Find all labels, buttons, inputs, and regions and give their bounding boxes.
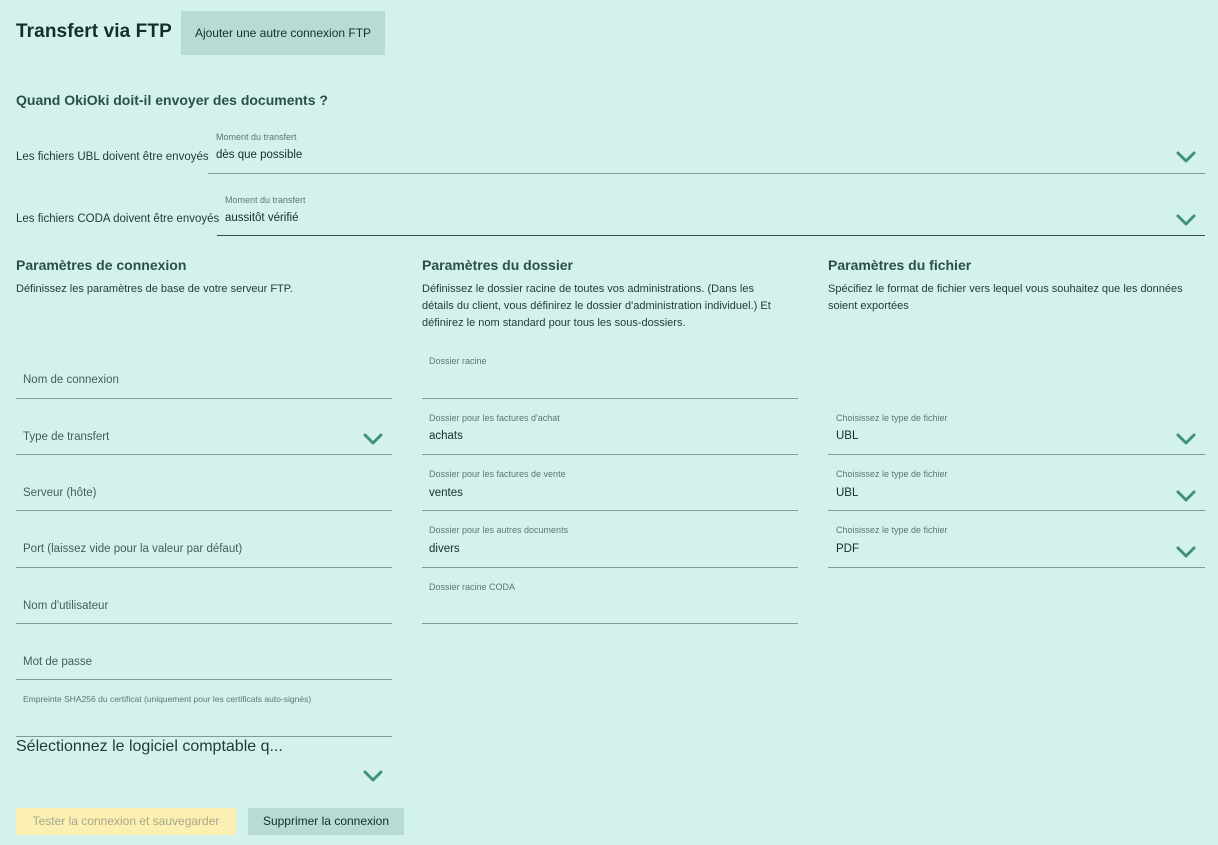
purchase-invoices-folder-value: achats xyxy=(429,430,463,442)
server-host-input[interactable]: Serveur (hôte) xyxy=(16,456,392,511)
ubl-transfer-moment-value: dès que possible xyxy=(216,149,303,161)
chevron-down-icon[interactable] xyxy=(1175,150,1197,164)
file-description-line: Spécifiez le format de fichier vers lequ… xyxy=(828,283,1183,295)
coda-transfer-moment-label: Moment du transfert xyxy=(225,195,306,205)
folder-section-description: Définissez le dossier racine de toutes v… xyxy=(422,281,802,332)
certificate-fingerprint-input[interactable]: Empreinte SHA256 du certificat (uniqueme… xyxy=(16,681,392,737)
username-placeholder: Nom d'utilisateur xyxy=(23,600,109,612)
folder-description-line: Définissez le dossier racine de toutes v… xyxy=(422,283,754,295)
connection-name-placeholder: Nom de connexion xyxy=(23,374,119,386)
password-placeholder: Mot de passe xyxy=(23,656,93,668)
page-title: Transfert via FTP xyxy=(16,21,172,42)
sales-invoices-folder-input[interactable]: Dossier pour les factures de vente vente… xyxy=(422,456,798,511)
other-documents-folder-value: divers xyxy=(429,543,460,555)
add-ftp-connection-button[interactable]: Ajouter une autre connexion FTP xyxy=(181,11,385,55)
purchase-invoices-folder-label: Dossier pour les factures d'achat xyxy=(429,413,560,423)
certificate-fingerprint-label: Empreinte SHA256 du certificat (uniqueme… xyxy=(23,694,312,704)
chevron-down-icon[interactable] xyxy=(1175,489,1197,503)
connection-section-title: Paramètres de connexion xyxy=(16,257,187,273)
transfer-type-select[interactable]: Type de transfert xyxy=(16,400,392,455)
username-input[interactable]: Nom d'utilisateur xyxy=(16,569,392,624)
ftp-transfer-page: Transfert via FTP Ajouter une autre conn… xyxy=(0,0,1218,845)
other-documents-folder-input[interactable]: Dossier pour les autres documents divers xyxy=(422,512,798,568)
port-placeholder: Port (laissez vide pour la valeur par dé… xyxy=(23,543,243,555)
purchase-file-type-value: UBL xyxy=(836,430,859,442)
accounting-software-select[interactable]: Sélectionnez le logiciel comptable q... xyxy=(16,738,392,794)
delete-connection-button[interactable]: Supprimer la connexion xyxy=(248,808,404,835)
coda-transfer-moment-value: aussitôt vérifié xyxy=(225,212,299,224)
folder-section-title: Paramètres du dossier xyxy=(422,257,573,273)
chevron-down-icon[interactable] xyxy=(362,769,384,783)
folder-description-line: définirez le nom standard pour tous les … xyxy=(422,317,686,329)
purchase-invoices-folder-input[interactable]: Dossier pour les factures d'achat achats xyxy=(422,400,798,455)
file-section-title: Paramètres du fichier xyxy=(828,257,972,273)
coda-root-folder-label: Dossier racine CODA xyxy=(429,582,516,592)
port-input[interactable]: Port (laissez vide pour la valeur par dé… xyxy=(16,512,392,568)
chevron-down-icon[interactable] xyxy=(1175,545,1197,559)
server-host-placeholder: Serveur (hôte) xyxy=(23,487,97,499)
connection-section-description: Définissez les paramètres de base de vot… xyxy=(16,283,293,295)
test-and-save-button[interactable]: Tester la connexion et sauvegarder xyxy=(16,808,236,835)
sales-file-type-select[interactable]: Choisissez le type de fichier UBL xyxy=(828,456,1205,511)
purchase-file-type-select[interactable]: Choisissez le type de fichier UBL xyxy=(828,400,1205,455)
file-description-line: soient exportées xyxy=(828,300,909,312)
coda-row-label: Les fichiers CODA doivent être envoyés xyxy=(16,213,220,225)
ubl-row-label: Les fichiers UBL doivent être envoyés xyxy=(16,151,209,163)
accounting-software-placeholder: Sélectionnez le logiciel comptable q... xyxy=(16,738,283,755)
chevron-down-icon[interactable] xyxy=(1175,432,1197,446)
sales-file-type-value: UBL xyxy=(836,487,859,499)
file-section-description: Spécifiez le format de fichier vers lequ… xyxy=(828,281,1208,315)
chevron-down-icon[interactable] xyxy=(362,432,384,446)
transfer-type-placeholder: Type de transfert xyxy=(23,431,110,443)
folder-description-line: détails du client, vous définirez le dos… xyxy=(422,300,771,312)
ubl-transfer-moment-label: Moment du transfert xyxy=(216,132,297,142)
password-input[interactable]: Mot de passe xyxy=(16,625,392,680)
other-file-type-select[interactable]: Choisissez le type de fichier PDF xyxy=(828,512,1205,568)
purchase-file-type-label: Choisissez le type de fichier xyxy=(836,413,948,423)
connection-name-input[interactable]: Nom de connexion xyxy=(16,343,392,399)
root-folder-label: Dossier racine xyxy=(429,356,487,366)
coda-transfer-moment-select[interactable]: Moment du transfert aussitôt vérifié xyxy=(217,190,1205,236)
schedule-question: Quand OkiOki doit-il envoyer des documen… xyxy=(16,92,328,108)
other-file-type-label: Choisissez le type de fichier xyxy=(836,525,948,535)
other-documents-folder-label: Dossier pour les autres documents xyxy=(429,525,569,535)
sales-file-type-label: Choisissez le type de fichier xyxy=(836,469,948,479)
coda-root-folder-input[interactable]: Dossier racine CODA xyxy=(422,569,798,624)
ubl-transfer-moment-select[interactable]: Moment du transfert dès que possible xyxy=(208,128,1205,174)
sales-invoices-folder-label: Dossier pour les factures de vente xyxy=(429,469,566,479)
root-folder-input[interactable]: Dossier racine xyxy=(422,343,798,399)
chevron-down-icon[interactable] xyxy=(1175,213,1197,227)
sales-invoices-folder-value: ventes xyxy=(429,487,463,499)
other-file-type-value: PDF xyxy=(836,543,859,555)
